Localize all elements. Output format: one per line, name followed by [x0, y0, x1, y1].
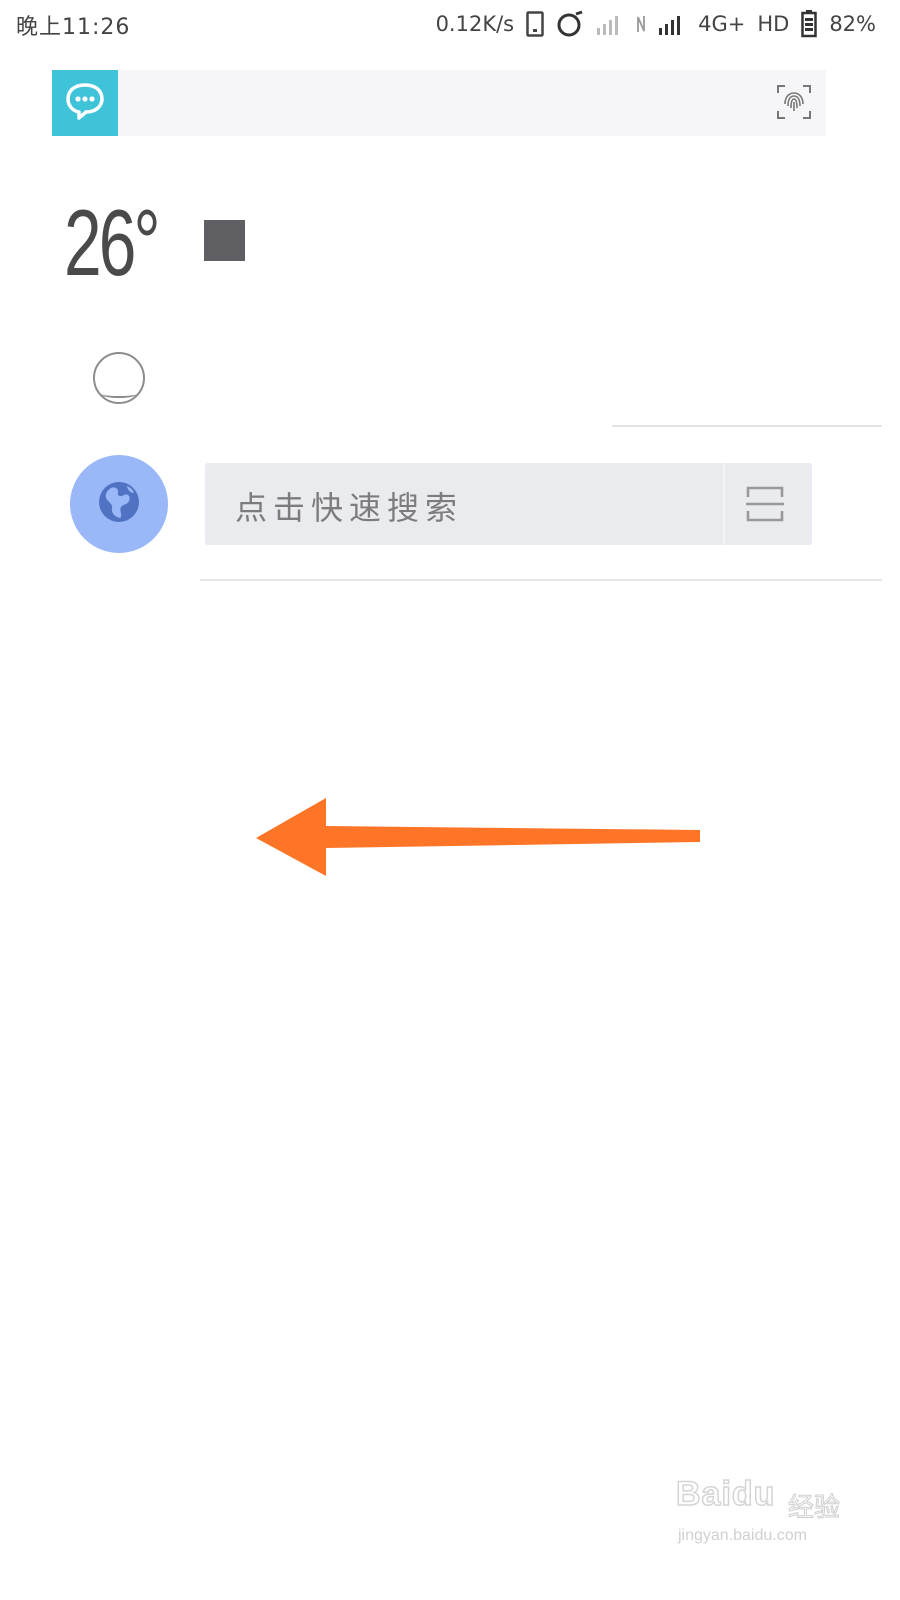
watermark-logo: Baidu — [675, 1474, 776, 1514]
browser-button[interactable] — [70, 455, 168, 553]
alarm-icon — [556, 10, 584, 38]
divider — [612, 425, 882, 427]
chat-button[interactable] — [52, 70, 118, 136]
scan-icon[interactable] — [745, 485, 785, 523]
network-type: 4G+ — [698, 12, 746, 36]
status-indicators: 0.12K/s 4G+ HD 82% — [436, 9, 876, 39]
temperature: 26° — [64, 190, 161, 295]
phone-icon — [526, 11, 544, 37]
globe-icon — [97, 480, 141, 528]
battery-icon — [801, 10, 818, 38]
nfc-icon — [636, 14, 646, 34]
left-arrow-annotation — [256, 796, 702, 882]
weather-icon — [204, 220, 245, 261]
search-box[interactable]: 点击快速搜索 — [205, 463, 812, 545]
watermark-url: jingyan.baidu.com — [678, 1527, 807, 1544]
net-speed: 0.12K/s — [435, 12, 515, 36]
signal-weak-icon — [596, 12, 624, 36]
baidu-watermark: Baidu 经验 jingyan.baidu.com — [675, 1474, 876, 1555]
battery-level: 82% — [829, 12, 876, 36]
watermark-cn: 经验 — [787, 1493, 841, 1524]
status-bar: 晚上11:26 0.12K/s 4G+ HD 82% — [0, 0, 900, 50]
hd-label: HD — [757, 12, 790, 36]
chat-bubble-icon — [65, 82, 105, 124]
circle-icon[interactable] — [93, 352, 145, 404]
top-bar[interactable] — [52, 70, 826, 136]
search-placeholder: 点击快速搜索 — [235, 489, 464, 527]
signal-strong-icon — [658, 12, 686, 36]
search-separator — [723, 463, 725, 545]
fingerprint-scan-icon[interactable] — [776, 84, 812, 120]
divider — [200, 579, 882, 581]
status-time: 晚上11:26 — [16, 15, 131, 40]
